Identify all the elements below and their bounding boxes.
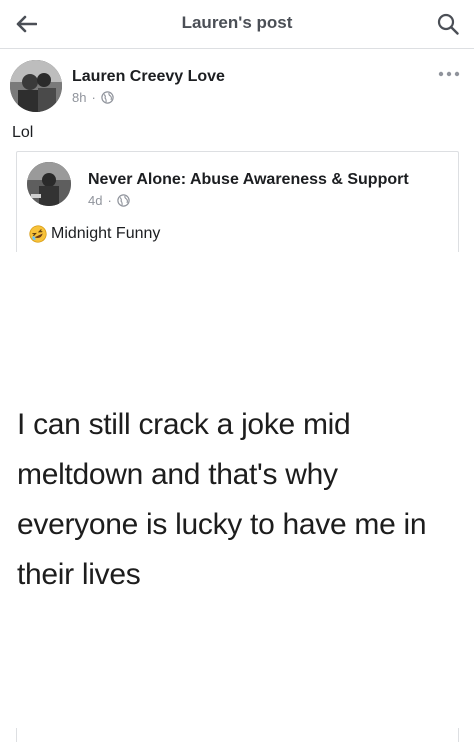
top-bar: Lauren's post — [0, 0, 474, 49]
shared-caption: Midnight Funny — [29, 225, 160, 243]
shared-caption-text: Midnight Funny — [51, 225, 161, 242]
page-profile-photo — [27, 162, 71, 206]
meme-line: their lives — [17, 558, 141, 591]
meme-line: everyone is lucky to have me in — [17, 508, 427, 541]
more-options-button[interactable] — [434, 64, 464, 84]
post-time[interactable]: 8h — [72, 90, 86, 105]
shared-post-card[interactable]: Never Alone: Abuse Awareness & Support 4… — [0, 151, 474, 742]
search-button[interactable] — [432, 8, 464, 40]
meme-line: I can still crack a joke mid — [17, 408, 351, 441]
globe-icon — [117, 194, 130, 207]
author-avatar[interactable] — [10, 60, 62, 112]
profile-photo — [10, 60, 62, 112]
post-text: Lol — [12, 124, 34, 141]
globe-icon — [101, 91, 114, 104]
meta-separator: · — [91, 90, 96, 105]
rolling-on-floor-laughing-emoji-icon — [29, 225, 47, 243]
shared-author-avatar[interactable] — [27, 162, 71, 206]
meta-separator: · — [107, 193, 112, 208]
shared-author-name[interactable]: Never Alone: Abuse Awareness & Support — [88, 171, 409, 189]
search-icon — [437, 13, 459, 35]
meme-line: meltdown and that's why — [17, 458, 338, 491]
shared-post-meta: 4d · — [88, 193, 130, 208]
more-dots-icon — [438, 71, 460, 77]
page-title: Lauren's post — [181, 13, 293, 32]
shared-post-time[interactable]: 4d — [88, 193, 102, 208]
author-name[interactable]: Lauren Creevy Love — [72, 68, 225, 86]
meme-image[interactable]: I can still crack a joke mid meltdown an… — [0, 252, 474, 728]
meme-text: I can still crack a joke mid meltdown an… — [17, 400, 467, 600]
post-meta: 8h · — [72, 90, 114, 105]
